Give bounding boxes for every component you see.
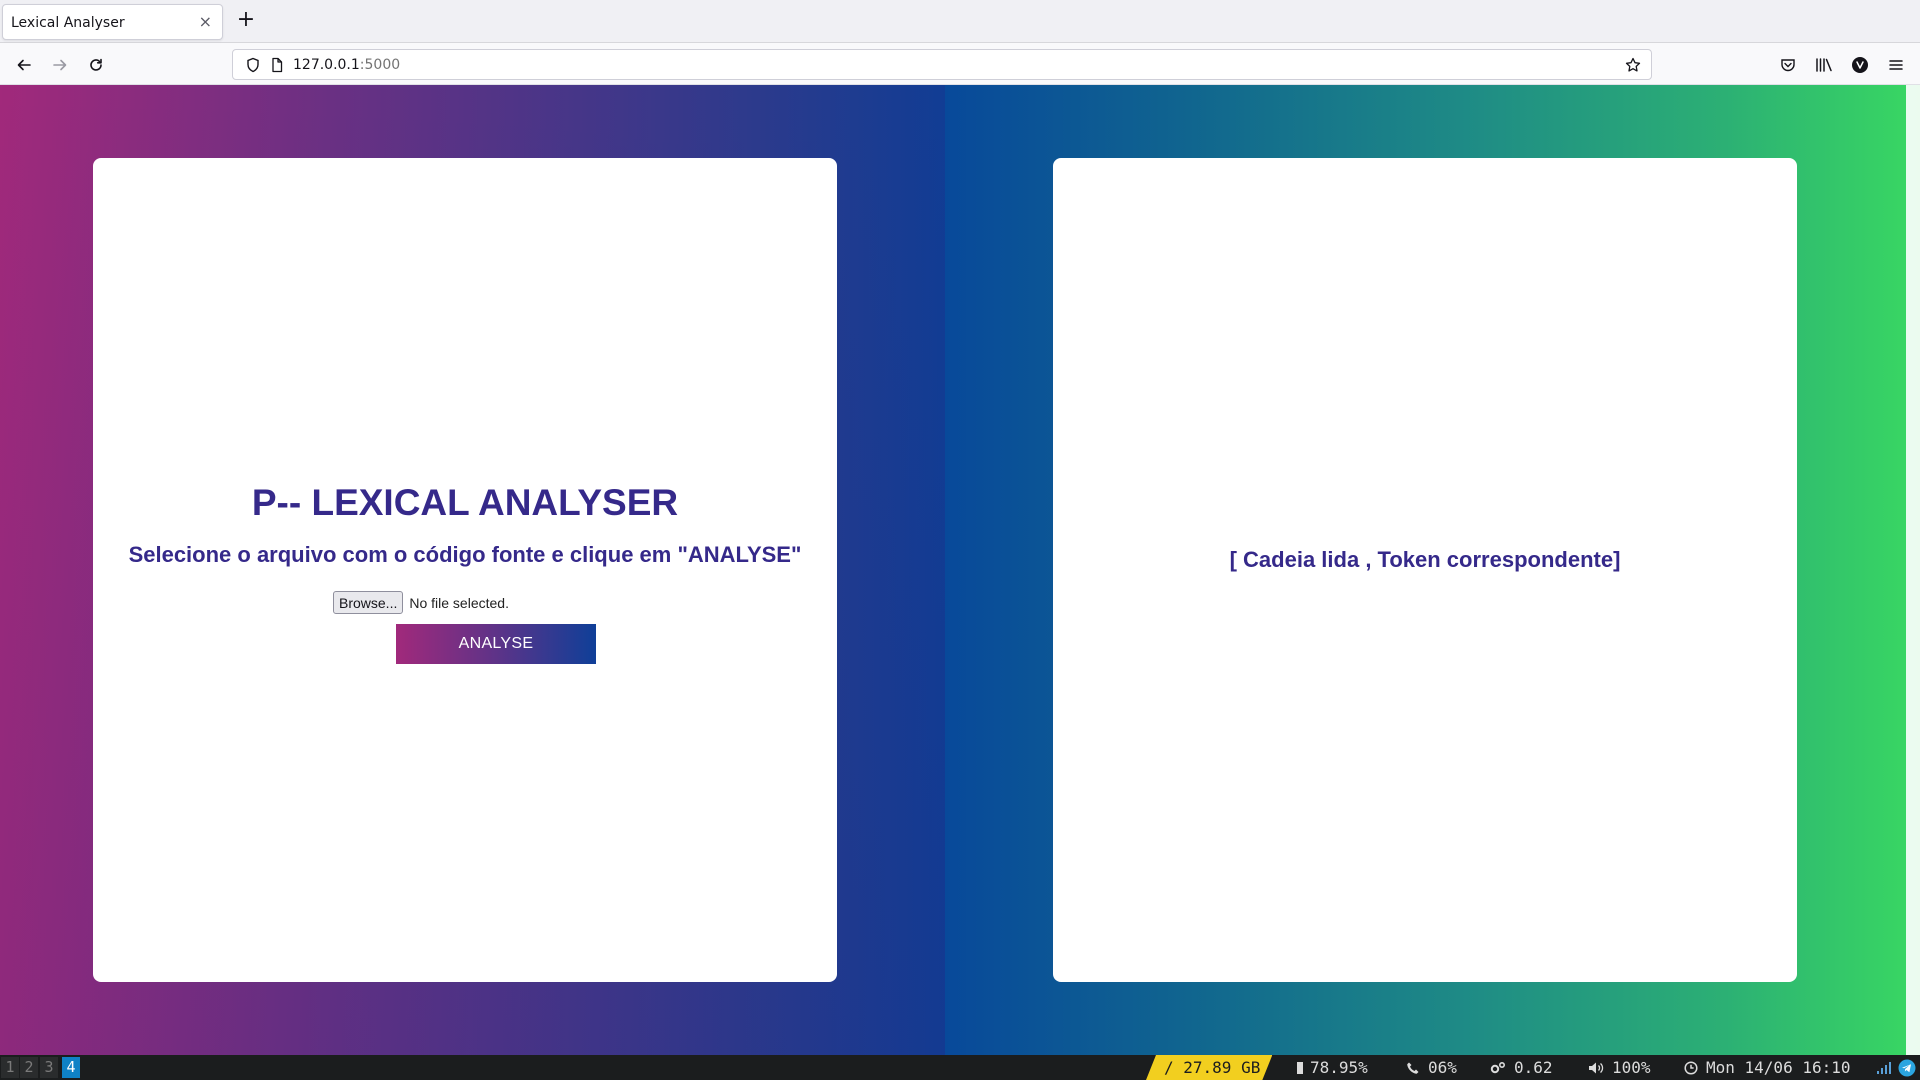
file-input[interactable]: Browse... No file selected. (333, 591, 509, 614)
tab-strip: Lexical Analyser × + (0, 0, 1920, 43)
load-value: 0.62 (1514, 1058, 1553, 1077)
battery-status: 78.95% (1296, 1055, 1368, 1080)
datetime-value: Mon 14/06 16:10 (1706, 1058, 1851, 1077)
analyse-button[interactable]: ANALYSE (396, 624, 596, 664)
left-gradient-panel: P-- LEXICAL ANALYSER Selecione o arquivo… (0, 85, 945, 1055)
page-icon (269, 57, 285, 73)
page-title: P-- LEXICAL ANALYSER (251, 482, 679, 523)
page-content: P-- LEXICAL ANALYSER Selecione o arquivo… (0, 85, 1920, 1055)
battery-value: 78.95% (1310, 1058, 1368, 1077)
tab-title: Lexical Analyser (11, 15, 125, 31)
load-status: 0.62 (1490, 1055, 1553, 1080)
volume-status[interactable]: 100% (1588, 1055, 1651, 1080)
url-text[interactable]: 127.0.0.1:5000 (293, 57, 400, 73)
cogs-icon (1490, 1061, 1506, 1074)
workspace-1[interactable]: 1 (1, 1057, 19, 1078)
library-icon[interactable] (1812, 53, 1836, 77)
forward-arrow-icon[interactable] (48, 53, 72, 77)
reload-icon[interactable] (84, 53, 108, 77)
volume-value: 100% (1612, 1058, 1651, 1077)
star-icon[interactable] (1625, 57, 1641, 73)
speaker-icon (1589, 1062, 1604, 1074)
workspace-4-active[interactable]: 4 (62, 1057, 80, 1078)
new-tab-button[interactable]: + (236, 8, 256, 32)
url-host: 127.0.0.1 (293, 57, 360, 73)
back-arrow-icon[interactable] (12, 53, 36, 77)
cpu-value: 06% (1428, 1058, 1457, 1077)
navigation-toolbar: 127.0.0.1:5000 (0, 44, 1920, 85)
workspace-2[interactable]: 2 (20, 1057, 38, 1078)
pocket-icon[interactable] (1776, 53, 1800, 77)
disk-usage: / 27.89 GB (1146, 1055, 1272, 1080)
telegram-icon[interactable] (1898, 1055, 1916, 1080)
battery-icon (1297, 1062, 1303, 1074)
system-status-bar: 1 2 3 4 / 27.89 GB 78.95% 06% 0.62 100% … (0, 1055, 1920, 1080)
instruction-text: Selecione o arquivo com o código fonte e… (128, 542, 802, 567)
account-icon[interactable] (1848, 53, 1872, 77)
close-tab-icon[interactable]: × (199, 13, 212, 31)
url-bar[interactable]: 127.0.0.1:5000 (232, 49, 1652, 80)
file-status-text: No file selected. (409, 594, 509, 611)
cpu-status: 06% (1406, 1055, 1457, 1080)
workspace-3[interactable]: 3 (40, 1057, 58, 1078)
tracking-shield-icon[interactable] (245, 57, 261, 73)
signal-icon (1876, 1055, 1892, 1080)
tab-lexical-analyser[interactable]: Lexical Analyser × (2, 4, 223, 40)
result-card: [ Cadeia lida , Token correspondente] (1053, 158, 1797, 982)
upload-card: P-- LEXICAL ANALYSER Selecione o arquivo… (93, 158, 837, 982)
clock-icon (1684, 1061, 1698, 1075)
hamburger-menu-icon[interactable] (1884, 53, 1908, 77)
browse-button[interactable]: Browse... (333, 591, 404, 614)
url-port: :5000 (359, 57, 401, 73)
right-gradient-panel: [ Cadeia lida , Token correspondente] (945, 85, 1920, 1055)
result-placeholder: [ Cadeia lida , Token correspondente] (1229, 547, 1621, 572)
clock: Mon 14/06 16:10 (1684, 1055, 1851, 1080)
phone-icon (1407, 1062, 1419, 1074)
